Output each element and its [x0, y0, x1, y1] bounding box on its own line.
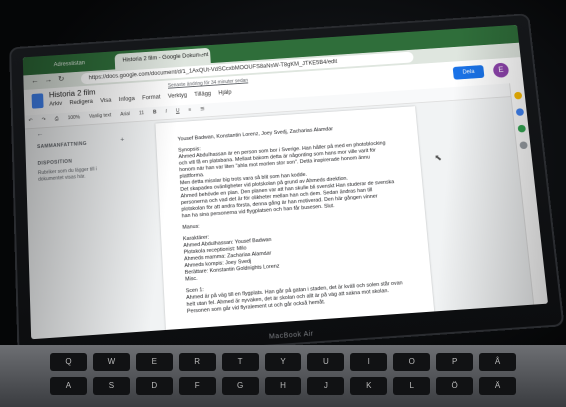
bold-icon[interactable]: B — [153, 110, 157, 116]
key[interactable]: W — [93, 353, 130, 371]
menu-format[interactable]: Format — [142, 95, 161, 102]
keyboard-row: Q W E R T Y U I O P Å — [50, 353, 516, 371]
zoom-select[interactable]: 100% — [68, 115, 81, 121]
last-edit-status[interactable]: Senaste ändring för 34 minuter sedan — [168, 78, 248, 89]
menu-tillagg[interactable]: Tillägg — [194, 91, 211, 98]
key[interactable]: Q — [50, 353, 87, 371]
list-icon[interactable]: ☰ — [200, 106, 205, 112]
outline-disposition-heading: DISPOSITION — [38, 159, 73, 167]
docs-logo-icon[interactable] — [32, 93, 44, 108]
menu-redigera[interactable]: Redigera — [69, 99, 93, 106]
menu-infoga[interactable]: Infoga — [119, 96, 135, 103]
back-icon[interactable]: ← — [31, 76, 39, 85]
key[interactable]: L — [393, 377, 430, 395]
redo-icon[interactable]: ↷ — [42, 117, 46, 123]
key[interactable]: J — [307, 377, 344, 395]
calendar-icon[interactable] — [518, 125, 527, 133]
document-outline-panel: ← SAMMANFATTNING + DISPOSITION Rubriker … — [25, 123, 141, 339]
italic-icon[interactable]: I — [165, 109, 167, 115]
key[interactable]: O — [393, 353, 430, 371]
forward-icon[interactable]: → — [44, 75, 52, 84]
explore-icon[interactable] — [519, 141, 528, 149]
share-button[interactable]: Dela — [453, 65, 485, 80]
underline-icon[interactable]: U — [176, 108, 180, 114]
keep-icon[interactable] — [514, 92, 522, 100]
outline-summary-heading: SAMMANFATTNING — [37, 141, 87, 150]
style-select[interactable]: Vanlig text — [89, 113, 111, 120]
new-tab-button[interactable]: + — [198, 49, 204, 58]
font-select[interactable]: Arial — [120, 111, 130, 117]
add-summary-icon[interactable]: + — [120, 137, 124, 144]
photo-scene: Adresslistan Historia 2 film - Google Do… — [0, 0, 566, 407]
font-size-select[interactable]: 11 — [139, 110, 144, 116]
key[interactable]: K — [350, 377, 387, 395]
keyboard-row: A S D F G H J K L Ö Ä — [50, 377, 516, 395]
menu-arkiv[interactable]: Arkiv — [49, 101, 62, 107]
outline-back-icon[interactable]: ← — [37, 131, 44, 138]
laptop-screen: Adresslistan Historia 2 film - Google Do… — [23, 25, 548, 339]
print-icon[interactable]: ⎙ — [55, 116, 59, 122]
key[interactable]: Ä — [479, 377, 516, 395]
mouse-cursor-icon: ⬉ — [434, 153, 442, 164]
undo-icon[interactable]: ↶ — [28, 118, 32, 124]
key[interactable]: P — [436, 353, 473, 371]
key[interactable]: A — [50, 377, 87, 395]
key[interactable]: R — [179, 353, 216, 371]
avatar[interactable]: E — [493, 62, 510, 77]
key[interactable]: H — [265, 377, 302, 395]
outline-hint: Rubriker som du lägger till i dokumentet… — [38, 165, 116, 183]
laptop-lid: Adresslistan Historia 2 film - Google Do… — [9, 13, 564, 364]
key[interactable]: Ö — [436, 377, 473, 395]
key[interactable]: G — [222, 377, 259, 395]
key[interactable]: D — [136, 377, 173, 395]
tasks-icon[interactable] — [516, 108, 524, 116]
key[interactable]: E — [136, 353, 173, 371]
menu-visa[interactable]: Visa — [100, 98, 111, 104]
reload-icon[interactable]: ↻ — [58, 75, 65, 84]
key[interactable]: S — [93, 377, 130, 395]
document-page[interactable]: Yousef Badwan, Konstantin Lorenz, Joey S… — [155, 106, 435, 339]
document-title[interactable]: Historia 2 film — [49, 88, 96, 99]
align-left-icon[interactable]: ≡ — [188, 107, 191, 113]
key[interactable]: U — [307, 353, 344, 371]
key[interactable]: T — [222, 353, 259, 371]
key[interactable]: I — [350, 353, 387, 371]
menu-hjalp[interactable]: Hjälp — [218, 90, 231, 96]
key[interactable]: F — [179, 377, 216, 395]
side-panel — [509, 82, 548, 304]
key[interactable]: Å — [479, 353, 516, 371]
laptop-keyboard: Q W E R T Y U I O P Å A S D F G H J K L … — [0, 345, 566, 407]
key[interactable]: Y — [265, 353, 302, 371]
menu-verktyg[interactable]: Verktyg — [168, 93, 188, 100]
